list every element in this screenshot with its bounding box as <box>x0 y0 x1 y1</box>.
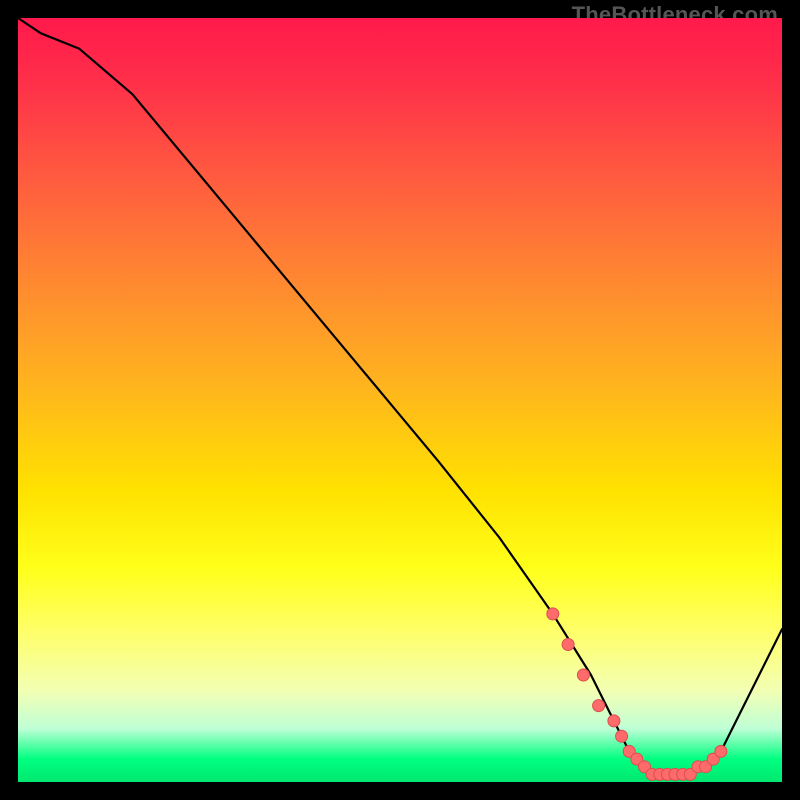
curve-marker <box>562 639 574 651</box>
curve-marker <box>577 669 589 681</box>
curve-marker <box>547 608 559 620</box>
chart-frame: TheBottleneck.com <box>0 0 800 800</box>
bottleneck-curve <box>18 18 782 774</box>
curve-marker <box>608 715 620 727</box>
curve-svg <box>18 18 782 782</box>
plot-area <box>18 18 782 782</box>
curve-marker <box>616 730 628 742</box>
curve-marker <box>593 700 605 712</box>
curve-marker <box>715 745 727 757</box>
curve-markers <box>547 608 727 781</box>
